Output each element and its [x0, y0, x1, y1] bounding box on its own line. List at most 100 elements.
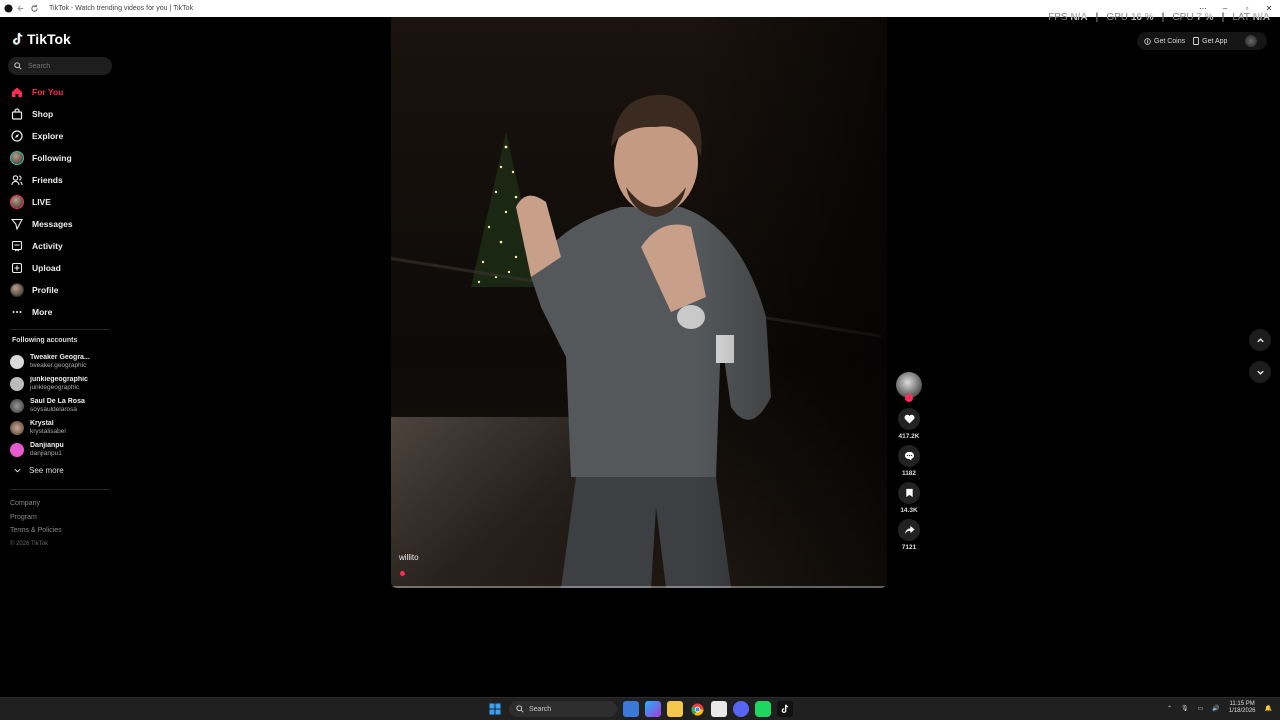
nav-label: Upload — [32, 263, 61, 273]
tiktok-note-icon — [12, 32, 23, 45]
avatar — [10, 421, 24, 435]
user-avatar[interactable] — [1245, 35, 1258, 47]
account-item[interactable]: Krystal krystalisabel — [10, 417, 115, 439]
search-input[interactable] — [28, 62, 98, 70]
discord-app-icon[interactable] — [733, 701, 749, 717]
more-icon — [10, 305, 24, 319]
get-app-label: Get App — [1202, 37, 1228, 45]
tiktok-app-icon[interactable] — [777, 701, 793, 717]
windows-taskbar: Search ⌃ 🎙 ▭ 🔊 11:15 PM 1/18/2026 🔔 — [0, 697, 1280, 720]
footer-program-link[interactable]: Program — [10, 511, 62, 525]
nav-label: Messages — [32, 219, 73, 229]
see-more-button[interactable]: See more — [14, 466, 64, 475]
chrome-app-icon[interactable] — [689, 701, 705, 717]
screen: TikTok - Watch trending videos for you |… — [0, 0, 1280, 720]
reload-icon[interactable] — [29, 4, 39, 14]
windows-start-icon[interactable] — [487, 701, 503, 717]
chevron-down-icon — [1256, 370, 1264, 375]
volume-icon[interactable]: 🔊 — [1212, 705, 1219, 712]
top-right-actions: Get Coins Get App — [1137, 32, 1267, 50]
get-coins-label: Get Coins — [1154, 37, 1186, 45]
video-actions: 417.2K 1182 14.3K 7121 — [895, 372, 923, 556]
heart-icon — [904, 414, 914, 424]
nav-more[interactable]: More — [10, 301, 115, 323]
account-item[interactable]: junkiegeographic junkiegeographic — [10, 373, 115, 395]
comment-button[interactable] — [898, 445, 920, 467]
tiktok-favicon-icon — [3, 4, 13, 14]
nav-messages[interactable]: Messages — [10, 213, 115, 235]
cpu-label: CPU — [1172, 12, 1194, 23]
notifications-icon[interactable]: 🔔 — [1265, 705, 1272, 712]
account-name: Saul De La Rosa — [30, 398, 85, 405]
save-action: 14.3K — [898, 482, 920, 514]
account-username: danjianpu1 — [30, 450, 62, 457]
like-button[interactable] — [898, 408, 920, 430]
following-avatar — [10, 151, 24, 165]
clock-time: 11:15 PM — [1229, 701, 1255, 707]
microphone-icon[interactable]: 🎙 — [1181, 705, 1189, 712]
see-more-label: See more — [29, 466, 64, 475]
taskbar-search[interactable]: Search — [509, 701, 617, 717]
save-button[interactable] — [898, 482, 920, 504]
upload-icon — [10, 261, 24, 275]
account-name: Tweaker Geogra... — [30, 354, 90, 361]
phone-icon — [1193, 37, 1199, 45]
nav-upload[interactable]: Upload — [10, 257, 115, 279]
network-icon[interactable]: ▭ — [1198, 705, 1204, 712]
sidebar-divider — [10, 329, 110, 330]
nav-shop[interactable]: Shop — [10, 103, 115, 125]
tray-chevron-icon[interactable]: ⌃ — [1167, 705, 1172, 712]
tiktok-logo[interactable]: TikTok — [11, 31, 71, 47]
spotify-app-icon[interactable] — [755, 701, 771, 717]
copilot-app-icon[interactable] — [645, 701, 661, 717]
nav-friends[interactable]: Friends — [10, 169, 115, 191]
nav-label: More — [32, 307, 53, 317]
account-item[interactable]: Saul De La Rosa soysauldelarosa — [10, 395, 115, 417]
video-player[interactable]: willito — [391, 17, 887, 588]
avatar — [10, 377, 24, 391]
account-username: krystalisabel — [30, 428, 66, 435]
video-author[interactable]: willito — [399, 553, 419, 562]
nav-label: For You — [32, 87, 64, 97]
like-action: 417.2K — [898, 408, 920, 440]
get-app-button[interactable]: Get App — [1193, 37, 1227, 45]
search-icon — [14, 62, 22, 70]
follow-plus-icon[interactable] — [905, 394, 913, 402]
account-username: soysauldelarosa — [30, 406, 77, 413]
account-item[interactable]: Tweaker Geogra... tweaker.geographic — [10, 351, 115, 373]
performance-overlay: FPS N/A | GPU 16 % | CPU 7 % | LAT N/A — [1048, 12, 1270, 23]
account-name: junkiegeographic — [30, 376, 88, 383]
get-coins-button[interactable]: Get Coins — [1144, 38, 1185, 45]
store-app-icon[interactable] — [711, 701, 727, 717]
sidebar-divider — [10, 489, 110, 490]
nav-following[interactable]: Following — [10, 147, 115, 169]
account-name: Krystal — [30, 420, 54, 427]
nav-profile[interactable]: Profile — [10, 279, 115, 301]
footer-company-link[interactable]: Company — [10, 497, 62, 511]
nav-for-you[interactable]: For You — [10, 81, 115, 103]
main-nav: For You Shop Explore Following Friends L… — [10, 81, 115, 323]
account-item[interactable]: Danjianpu danjianpu1 — [10, 439, 115, 461]
video-progress-bar[interactable] — [391, 586, 887, 588]
share-count: 7121 — [901, 544, 917, 551]
nav-label: Explore — [32, 131, 64, 141]
taskbar-search-label: Search — [529, 705, 552, 713]
nav-label: Shop — [32, 109, 54, 119]
nav-explore[interactable]: Explore — [10, 125, 115, 147]
notepad-app-icon[interactable] — [623, 701, 639, 717]
file-explorer-icon[interactable] — [667, 701, 683, 717]
previous-video-button[interactable] — [1249, 329, 1271, 351]
activity-icon — [10, 239, 24, 253]
back-icon[interactable] — [16, 4, 26, 14]
search-bar[interactable] — [8, 57, 112, 75]
nav-live[interactable]: LIVE — [10, 191, 115, 213]
footer-terms-link[interactable]: Terms & Policies — [10, 524, 62, 538]
like-count: 417.2K — [898, 433, 920, 440]
clock[interactable]: 11:15 PM 1/18/2026 — [1229, 701, 1256, 715]
profile-avatar — [10, 283, 24, 297]
next-video-button[interactable] — [1249, 361, 1271, 383]
nav-activity[interactable]: Activity — [10, 235, 115, 257]
share-button[interactable] — [898, 519, 920, 541]
creator-avatar[interactable] — [896, 372, 922, 402]
nav-label: Profile — [32, 285, 59, 295]
